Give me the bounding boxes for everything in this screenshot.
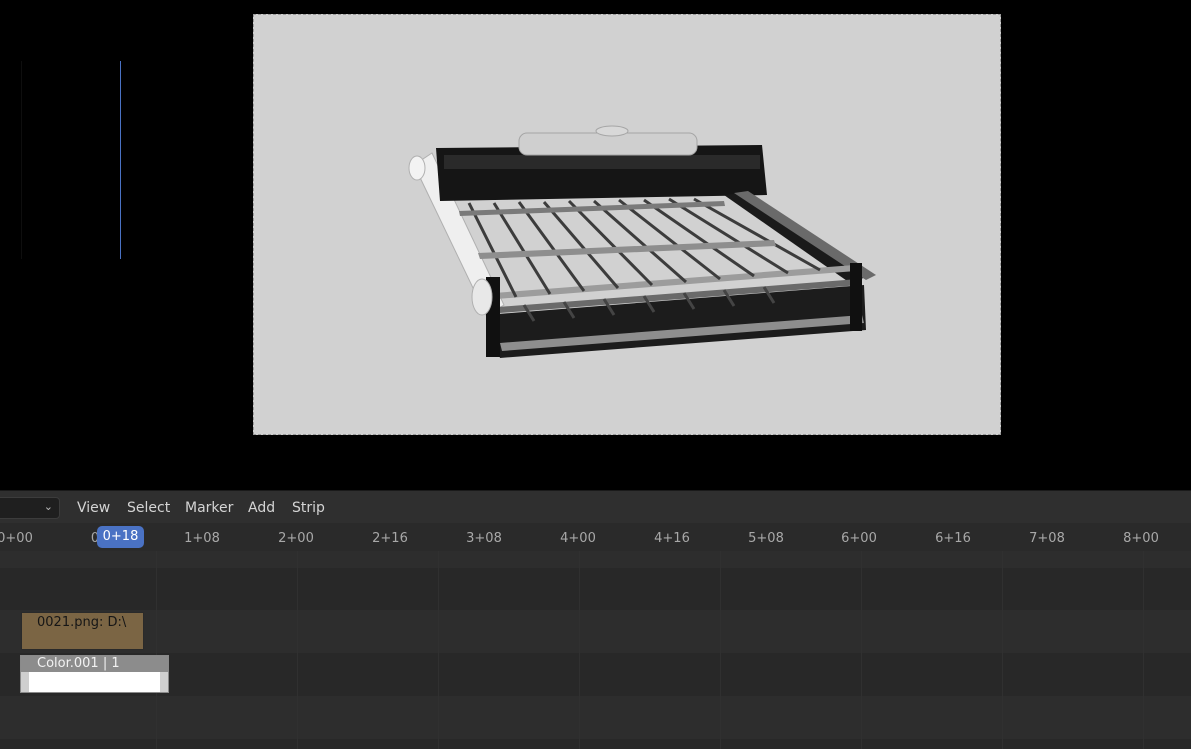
tick-label: 8+00 bbox=[1123, 531, 1159, 546]
sequence-editor: ⌄ View Select Marker Add Strip 0+00 0 1+… bbox=[0, 490, 1191, 749]
tick-label: 1+08 bbox=[184, 531, 220, 546]
laser-cutter-render bbox=[408, 125, 876, 358]
chevron-down-icon: ⌄ bbox=[43, 500, 53, 513]
channel-row bbox=[0, 610, 1191, 653]
grid-line bbox=[297, 551, 298, 749]
grid-line bbox=[1143, 551, 1144, 749]
sequencer-preview bbox=[0, 0, 1191, 488]
tick-label: 0+00 bbox=[0, 531, 33, 546]
tick-label: 6+16 bbox=[935, 531, 971, 546]
menu-select[interactable]: Select bbox=[127, 500, 170, 516]
tick-label: 2+16 bbox=[372, 531, 408, 546]
grid-line bbox=[579, 551, 580, 749]
grid-line bbox=[156, 551, 157, 749]
grid-line bbox=[720, 551, 721, 749]
grid-line bbox=[438, 551, 439, 749]
tick-label: 3+08 bbox=[466, 531, 502, 546]
tick-label: 4+16 bbox=[654, 531, 690, 546]
color-strip[interactable]: Color.001 | 1 bbox=[20, 655, 169, 693]
editor-header: ⌄ View Select Marker Add Strip bbox=[0, 490, 1191, 523]
strips-area[interactable]: 0021.png: D:\ Color.001 | 1 bbox=[0, 551, 1191, 749]
start-frame-line bbox=[21, 61, 22, 259]
timeline-ruler[interactable]: 0+00 0 1+08 2+00 2+16 3+08 4+00 4+16 5+0… bbox=[0, 523, 1191, 551]
grid-line bbox=[1002, 551, 1003, 749]
image-strip[interactable]: 0021.png: D:\ bbox=[21, 612, 144, 650]
menu-add[interactable]: Add bbox=[248, 500, 275, 516]
channel-row bbox=[0, 696, 1191, 739]
grid-line bbox=[861, 551, 862, 749]
tick-label: 7+08 bbox=[1029, 531, 1065, 546]
playhead-line[interactable] bbox=[120, 61, 121, 259]
channel-row bbox=[0, 551, 1191, 568]
channel-row bbox=[0, 568, 1191, 610]
menu-strip[interactable]: Strip bbox=[292, 500, 325, 516]
tick-label: 5+08 bbox=[748, 531, 784, 546]
color-strip-title-bar: Color.001 | 1 bbox=[21, 656, 168, 672]
strip-handle-right[interactable] bbox=[160, 672, 168, 692]
menu-view[interactable]: View bbox=[77, 500, 110, 516]
current-frame-indicator[interactable]: 0+18 bbox=[97, 526, 144, 548]
tick-label: 4+00 bbox=[560, 531, 596, 546]
render-preview-frame bbox=[253, 14, 1001, 435]
editor-type-dropdown[interactable]: ⌄ bbox=[0, 497, 60, 519]
color-strip-label: Color.001 | 1 bbox=[37, 656, 120, 671]
tick-label: 2+00 bbox=[278, 531, 314, 546]
tick-label: 6+00 bbox=[841, 531, 877, 546]
channel-row bbox=[0, 653, 1191, 696]
strip-handle-left[interactable] bbox=[21, 672, 29, 692]
channel-row bbox=[0, 739, 1191, 749]
menu-marker[interactable]: Marker bbox=[185, 500, 233, 516]
image-strip-label: 0021.png: D:\ bbox=[37, 615, 127, 630]
